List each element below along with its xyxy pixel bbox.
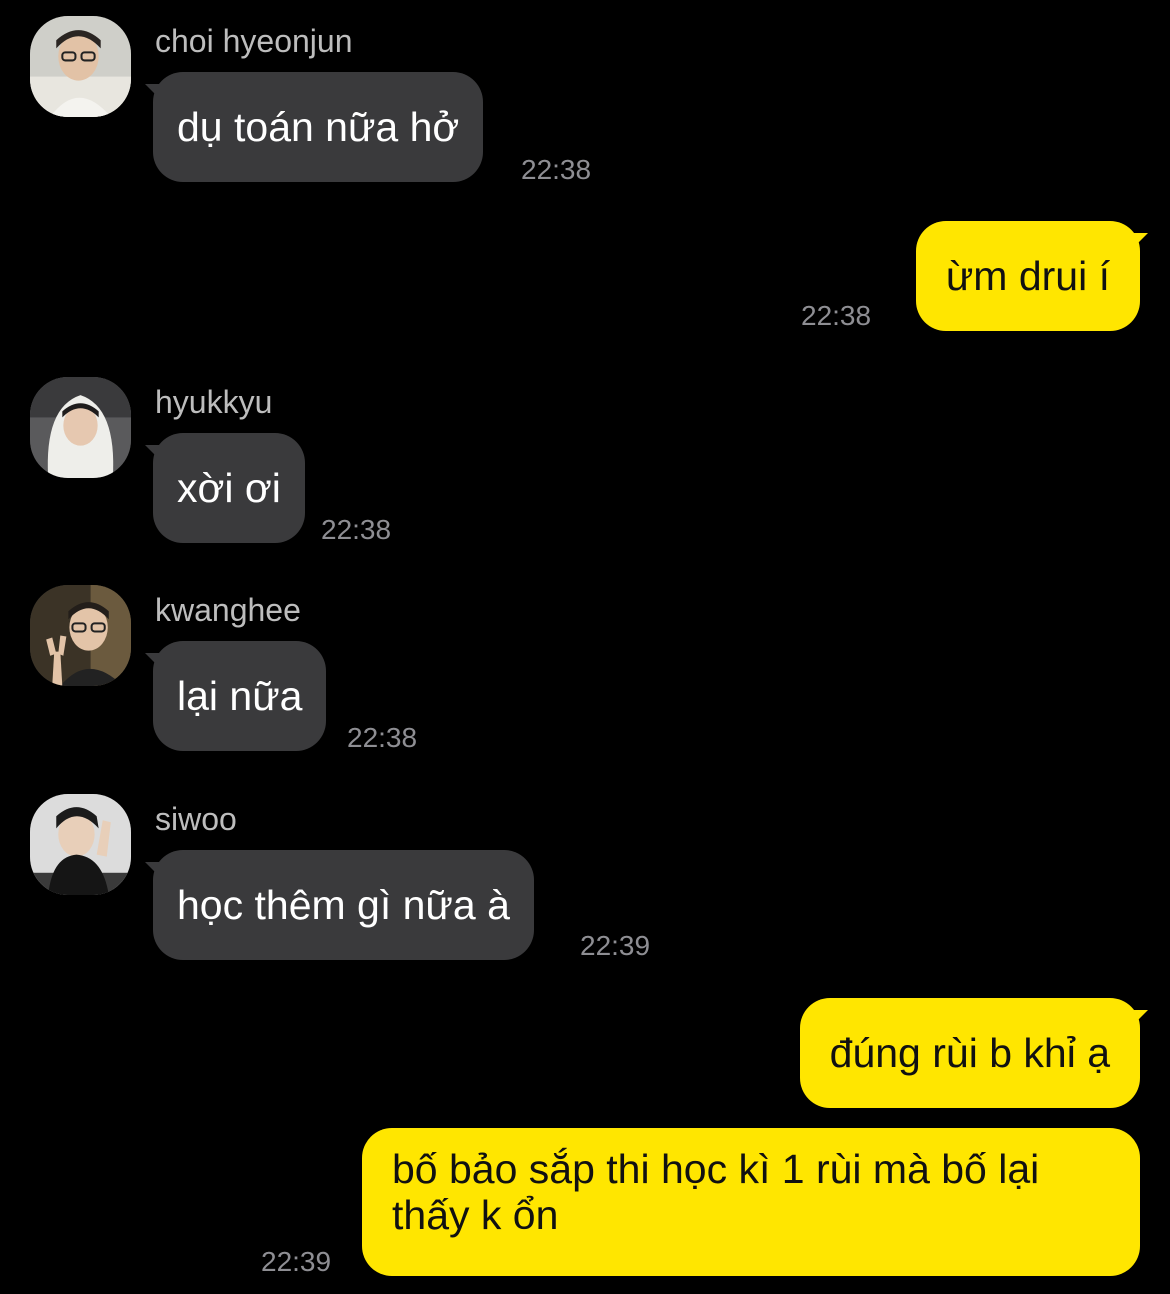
sender-name: kwanghee — [155, 592, 301, 628]
avatar-kwanghee[interactable] — [30, 585, 131, 686]
sender-name: choi hyeonjun — [155, 23, 353, 59]
message-timestamp: 22:38 — [321, 514, 392, 545]
message-bubble-incoming[interactable]: dụ toán nữa hở — [153, 72, 484, 182]
message-timestamp: 22:38 — [801, 300, 872, 331]
message-timestamp: 22:39 — [261, 1246, 332, 1277]
message-bubble-outgoing[interactable]: bố bảo sắp thi học kì 1 rùi mà bố lại th… — [362, 1128, 1140, 1276]
profile-photo-icon — [30, 16, 131, 117]
profile-photo-icon — [30, 377, 131, 478]
sender-name: siwoo — [155, 801, 237, 837]
message-timestamp: 22:38 — [521, 154, 592, 185]
message-bubble-outgoing[interactable]: ừm drui í — [915, 221, 1140, 331]
avatar-choi-hyeonjun[interactable] — [30, 16, 131, 117]
profile-photo-icon — [30, 585, 131, 686]
avatar-siwoo[interactable] — [30, 794, 131, 895]
message-timestamp: 22:38 — [347, 722, 418, 753]
message-bubble-outgoing[interactable]: đúng rùi b khỉ ạ — [799, 998, 1140, 1108]
profile-photo-icon — [30, 794, 131, 895]
message-bubble-incoming[interactable]: học thêm gì nữa à — [153, 850, 534, 960]
message-bubble-incoming[interactable]: lại nữa — [153, 641, 327, 751]
message-bubble-incoming[interactable]: xời ơi — [153, 433, 305, 543]
message-timestamp: 22:39 — [580, 930, 651, 961]
avatar-hyukkyu[interactable] — [30, 377, 131, 478]
sender-name: hyukkyu — [155, 384, 273, 420]
